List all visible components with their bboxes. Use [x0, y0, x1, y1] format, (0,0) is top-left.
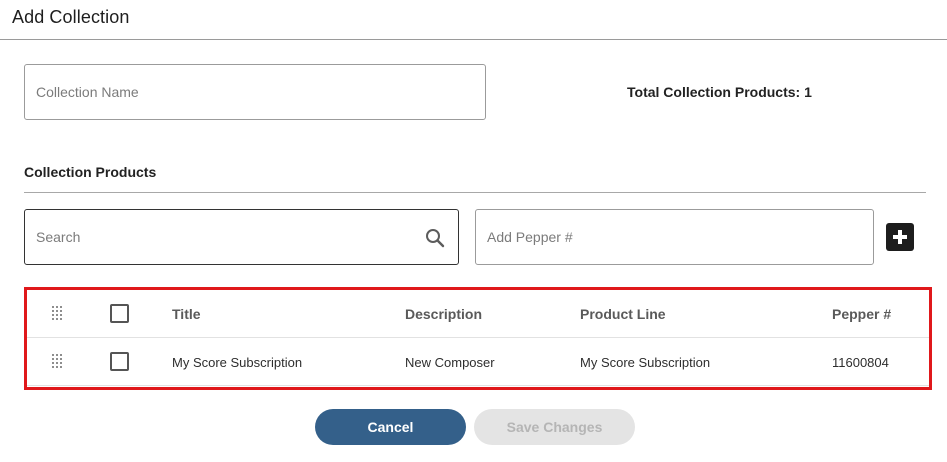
section-title: Collection Products	[24, 164, 157, 180]
page-title: Add Collection	[12, 7, 130, 27]
table-row[interactable]: My Score Subscription New Composer My Sc…	[27, 338, 929, 386]
table-header-row: Title Description Product Line Pepper #	[27, 290, 929, 338]
add-pepper-field[interactable]	[475, 209, 874, 265]
column-header-pepper[interactable]: Pepper #	[832, 290, 891, 338]
drag-handle-icon[interactable]	[52, 306, 64, 322]
search-input[interactable]	[25, 210, 458, 264]
save-changes-button[interactable]: Save Changes	[474, 409, 635, 445]
add-pepper-button[interactable]	[886, 223, 914, 251]
collection-name-field[interactable]	[24, 64, 486, 120]
collection-name-input[interactable]	[25, 65, 485, 119]
cell-description: New Composer	[405, 354, 495, 370]
cell-pepper: 11600804	[832, 354, 889, 370]
column-header-description[interactable]: Description	[405, 290, 482, 338]
drag-handle-icon[interactable]	[52, 354, 64, 370]
add-pepper-input[interactable]	[476, 210, 873, 264]
dialog-header: Add Collection	[0, 0, 947, 40]
row-checkbox[interactable]	[110, 352, 129, 371]
total-collection-products: Total Collection Products: 1	[627, 84, 812, 100]
column-header-product-line[interactable]: Product Line	[580, 290, 666, 338]
cell-title: My Score Subscription	[172, 354, 303, 370]
collection-products-table: Title Description Product Line Pepper # …	[24, 287, 932, 390]
section-divider	[24, 192, 926, 193]
select-all-checkbox[interactable]	[110, 304, 129, 323]
column-header-title[interactable]: Title	[172, 290, 201, 338]
search-field[interactable]	[24, 209, 459, 265]
cell-product-line: My Score Subscription	[580, 354, 711, 370]
search-icon[interactable]	[425, 228, 445, 248]
cancel-button[interactable]: Cancel	[315, 409, 466, 445]
